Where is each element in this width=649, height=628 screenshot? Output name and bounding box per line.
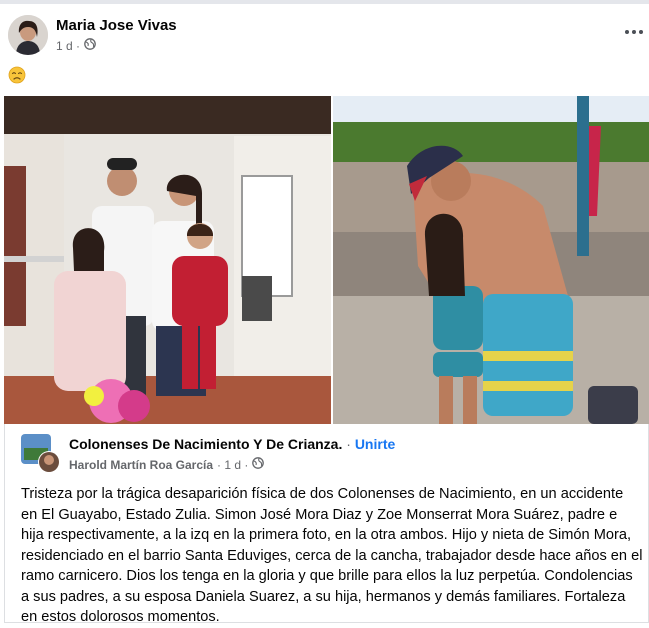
join-group-button[interactable]: Unirte	[355, 436, 395, 452]
group-name-line: Colonenses De Nacimiento Y De Crianza. ·…	[69, 436, 395, 452]
dot-icon	[625, 30, 629, 34]
group-name-link[interactable]: Colonenses De Nacimiento Y De Crianza.	[69, 436, 342, 452]
shared-post-card[interactable]: Colonenses De Nacimiento Y De Crianza. ·…	[4, 424, 649, 625]
shared-post-time[interactable]: · 1 d ·	[217, 458, 248, 472]
shared-post-meta: Harold Martín Roa García · 1 d ·	[69, 457, 265, 472]
globe-icon	[84, 38, 96, 53]
post-meta: 1 d ·	[56, 38, 96, 53]
globe-icon	[252, 457, 265, 472]
separator: ·	[346, 436, 351, 452]
post-time[interactable]: 1 d ·	[56, 39, 80, 53]
more-options-button[interactable]	[623, 24, 645, 40]
post-author-name[interactable]: Maria Jose Vivas	[56, 17, 177, 34]
post-photos	[4, 96, 649, 424]
author-avatar[interactable]	[8, 15, 48, 55]
top-divider	[0, 0, 649, 4]
shared-post-text: Tristeza por la trágica desaparición fís…	[21, 486, 643, 625]
group-avatar[interactable]	[21, 434, 61, 474]
weary-face-emoji-icon	[8, 66, 26, 84]
photo-beach-right[interactable]	[333, 96, 649, 424]
photo-family-left[interactable]	[4, 96, 331, 424]
dot-icon	[639, 30, 643, 34]
dot-icon	[632, 30, 636, 34]
shared-post-author[interactable]: Harold Martín Roa García	[69, 458, 213, 472]
